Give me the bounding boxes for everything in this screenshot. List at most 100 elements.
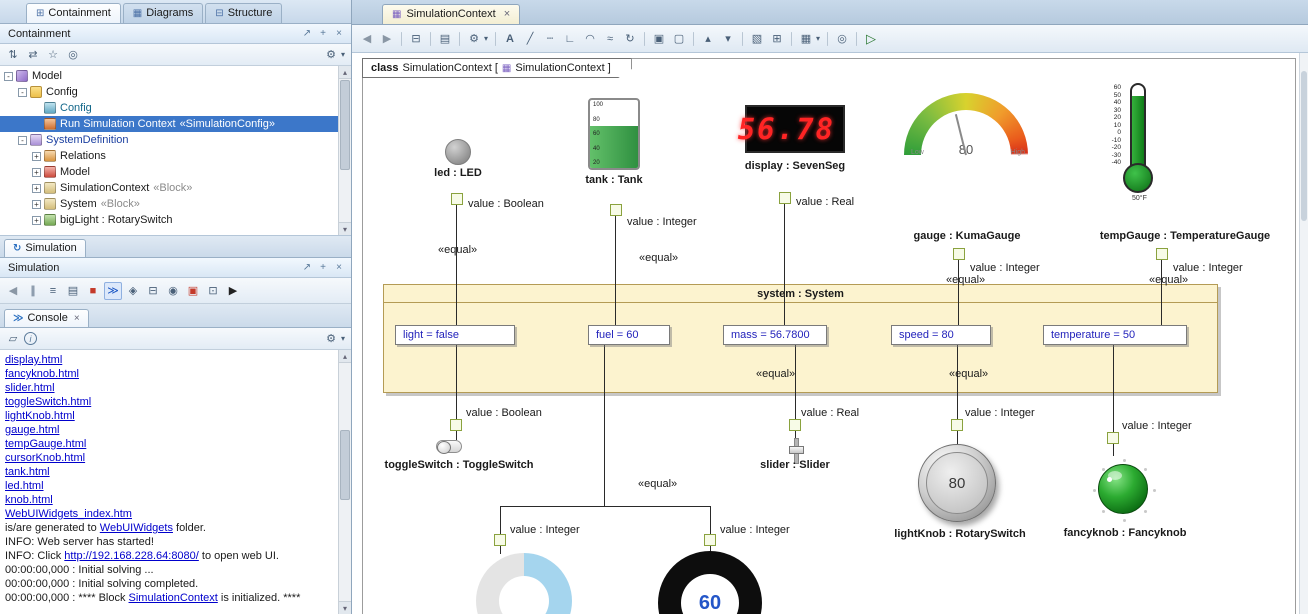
scrollbar-thumb[interactable] <box>340 80 350 170</box>
step-icon[interactable]: ≡ <box>44 282 62 300</box>
toggle-switch-port[interactable] <box>450 419 462 431</box>
fast-run-icon[interactable]: ≫ <box>104 282 122 300</box>
curve-tool-icon[interactable]: ◠ <box>581 30 599 48</box>
tree-item[interactable]: + Relations <box>0 148 338 164</box>
close-icon[interactable]: × <box>74 313 80 324</box>
close-icon[interactable]: × <box>331 26 347 42</box>
left-tab[interactable]: ▦ Diagrams <box>123 3 204 23</box>
show-options-icon[interactable]: ▦ <box>797 30 815 48</box>
seven-segment-display-widget[interactable]: 56.78 <box>745 105 845 153</box>
expand-toggle-icon[interactable]: + <box>32 184 41 193</box>
fuel-knob-port[interactable] <box>704 534 716 546</box>
stop-icon[interactable]: ■ <box>84 282 102 300</box>
temperature-gauge-widget[interactable]: 6050403020100-10-20-30-40 50°F <box>1098 83 1186 205</box>
tree-item[interactable]: - SystemDefinition <box>0 132 338 148</box>
led-port[interactable] <box>451 193 463 205</box>
scrollbar-thumb[interactable] <box>340 430 350 500</box>
diagram-scrollbar[interactable] <box>1299 53 1308 614</box>
image-shape-icon[interactable]: ▧ <box>748 30 766 48</box>
run-icon[interactable]: ▷ <box>862 30 880 48</box>
diagram-options-icon[interactable]: ⚙ <box>465 30 483 48</box>
tree-item[interactable]: + System «Block» <box>0 196 338 212</box>
paste-icon[interactable]: ▢ <box>670 30 688 48</box>
play-icon[interactable]: ▶ <box>224 282 242 300</box>
console-link[interactable]: lightKnob.html <box>5 410 75 422</box>
expand-toggle-icon[interactable]: + <box>32 152 41 161</box>
clear-console-icon[interactable]: ▱ <box>4 330 22 348</box>
temp-gauge-port[interactable] <box>1156 248 1168 260</box>
close-icon[interactable]: × <box>331 260 347 276</box>
value-box-temperature[interactable]: temperature = 50 <box>1043 325 1187 345</box>
tab-diagram-simulationcontext[interactable]: ▦ SimulationContext × <box>382 4 520 24</box>
corner-line-tool-icon[interactable]: ∟ <box>561 30 579 48</box>
console-link[interactable]: WebUIWidgets_index.htm <box>5 508 132 520</box>
pause-icon[interactable]: ∥ <box>24 282 42 300</box>
rotary-switch-port[interactable] <box>951 419 963 431</box>
tree-item[interactable]: + SimulationContext «Block» <box>0 180 338 196</box>
tank-widget[interactable]: 10080604020 <box>588 98 640 170</box>
console-scrollbar[interactable]: ▴ ▾ <box>338 350 351 614</box>
navigate-back-icon[interactable]: ◀ <box>4 282 22 300</box>
console-link[interactable]: fancyknob.html <box>5 368 79 380</box>
tab-simulation[interactable]: ↻ Simulation <box>4 239 86 257</box>
zoom-icon[interactable]: ◎ <box>833 30 851 48</box>
collapse-all-icon[interactable]: ⇅ <box>4 46 22 64</box>
export-icon[interactable]: ⊡ <box>204 282 222 300</box>
console-link[interactable]: gauge.html <box>5 424 59 436</box>
line-tool-icon[interactable]: ╱ <box>521 30 539 48</box>
fuel-donut-port[interactable] <box>494 534 506 546</box>
console-link[interactable]: http://192.168.228.64:8080/ <box>64 550 199 562</box>
console-link[interactable]: display.html <box>5 354 62 366</box>
tab-console[interactable]: ≫ Console × <box>4 309 89 327</box>
console-link[interactable]: slider.html <box>5 382 55 394</box>
scroll-up-icon[interactable]: ▴ <box>339 350 351 363</box>
settings-caret-icon[interactable]: ▾ <box>339 46 347 64</box>
console-link[interactable]: toggleSwitch.html <box>5 396 91 408</box>
value-box-light[interactable]: light = false <box>395 325 515 345</box>
layout-icon[interactable]: ⊞ <box>768 30 786 48</box>
console-link[interactable]: WebUIWidgets <box>100 522 173 534</box>
scroll-down-icon[interactable]: ▾ <box>339 601 351 614</box>
close-icon[interactable]: × <box>504 8 510 20</box>
expand-toggle-icon[interactable]: + <box>32 168 41 177</box>
value-box-speed[interactable]: speed = 80 <box>891 325 991 345</box>
tank-port[interactable] <box>610 204 622 216</box>
sessions-icon[interactable]: ▤ <box>64 282 82 300</box>
link-with-editor-icon[interactable]: ⇄ <box>24 46 42 64</box>
expand-toggle-icon[interactable]: - <box>4 72 13 81</box>
back-icon[interactable]: ◀ <box>358 30 376 48</box>
console-link[interactable]: tempGauge.html <box>5 438 86 450</box>
console-link[interactable]: led.html <box>5 480 44 492</box>
fancy-knob-widget[interactable] <box>1089 455 1157 523</box>
scroll-down-icon[interactable]: ▾ <box>339 222 351 235</box>
console-link[interactable]: tank.html <box>5 466 50 478</box>
search-icon[interactable]: ◎ <box>64 46 82 64</box>
tree-item[interactable]: Run Simulation Context «SimulationConfig… <box>0 116 338 132</box>
fancy-knob-port[interactable] <box>1107 432 1119 444</box>
console-link[interactable]: cursorKnob.html <box>5 452 85 464</box>
forward-icon[interactable]: ▶ <box>378 30 396 48</box>
slider-port[interactable] <box>789 419 801 431</box>
value-box-fuel[interactable]: fuel = 60 <box>588 325 670 345</box>
options-icon[interactable]: ◈ <box>124 282 142 300</box>
text-tool-icon[interactable]: A <box>501 30 519 48</box>
copy-icon[interactable]: ▣ <box>650 30 668 48</box>
bring-forward-icon[interactable]: ▴ <box>699 30 717 48</box>
show-options-caret-icon[interactable]: ▾ <box>814 30 822 48</box>
breakpoints-icon[interactable]: ▣ <box>184 282 202 300</box>
console-link[interactable]: SimulationContext <box>129 592 218 604</box>
rotary-switch-widget[interactable]: 80 <box>918 444 996 522</box>
float-icon[interactable]: ↗ <box>299 26 315 42</box>
expand-toggle-icon[interactable]: - <box>18 136 27 145</box>
scroll-up-icon[interactable]: ▴ <box>339 66 351 79</box>
instances-icon[interactable]: ◉ <box>164 282 182 300</box>
tree-item[interactable]: - Model <box>0 68 338 84</box>
settings-caret-icon[interactable]: ▾ <box>339 330 347 348</box>
scrollbar-thumb[interactable] <box>1301 71 1307 221</box>
containment-icon[interactable]: ⊟ <box>144 282 162 300</box>
tree-scrollbar[interactable]: ▴ ▾ <box>338 66 351 235</box>
pin-icon[interactable]: + <box>315 260 331 276</box>
gauge-port[interactable] <box>953 248 965 260</box>
pin-icon[interactable]: + <box>315 26 331 42</box>
favorites-icon[interactable]: ☆ <box>44 46 62 64</box>
